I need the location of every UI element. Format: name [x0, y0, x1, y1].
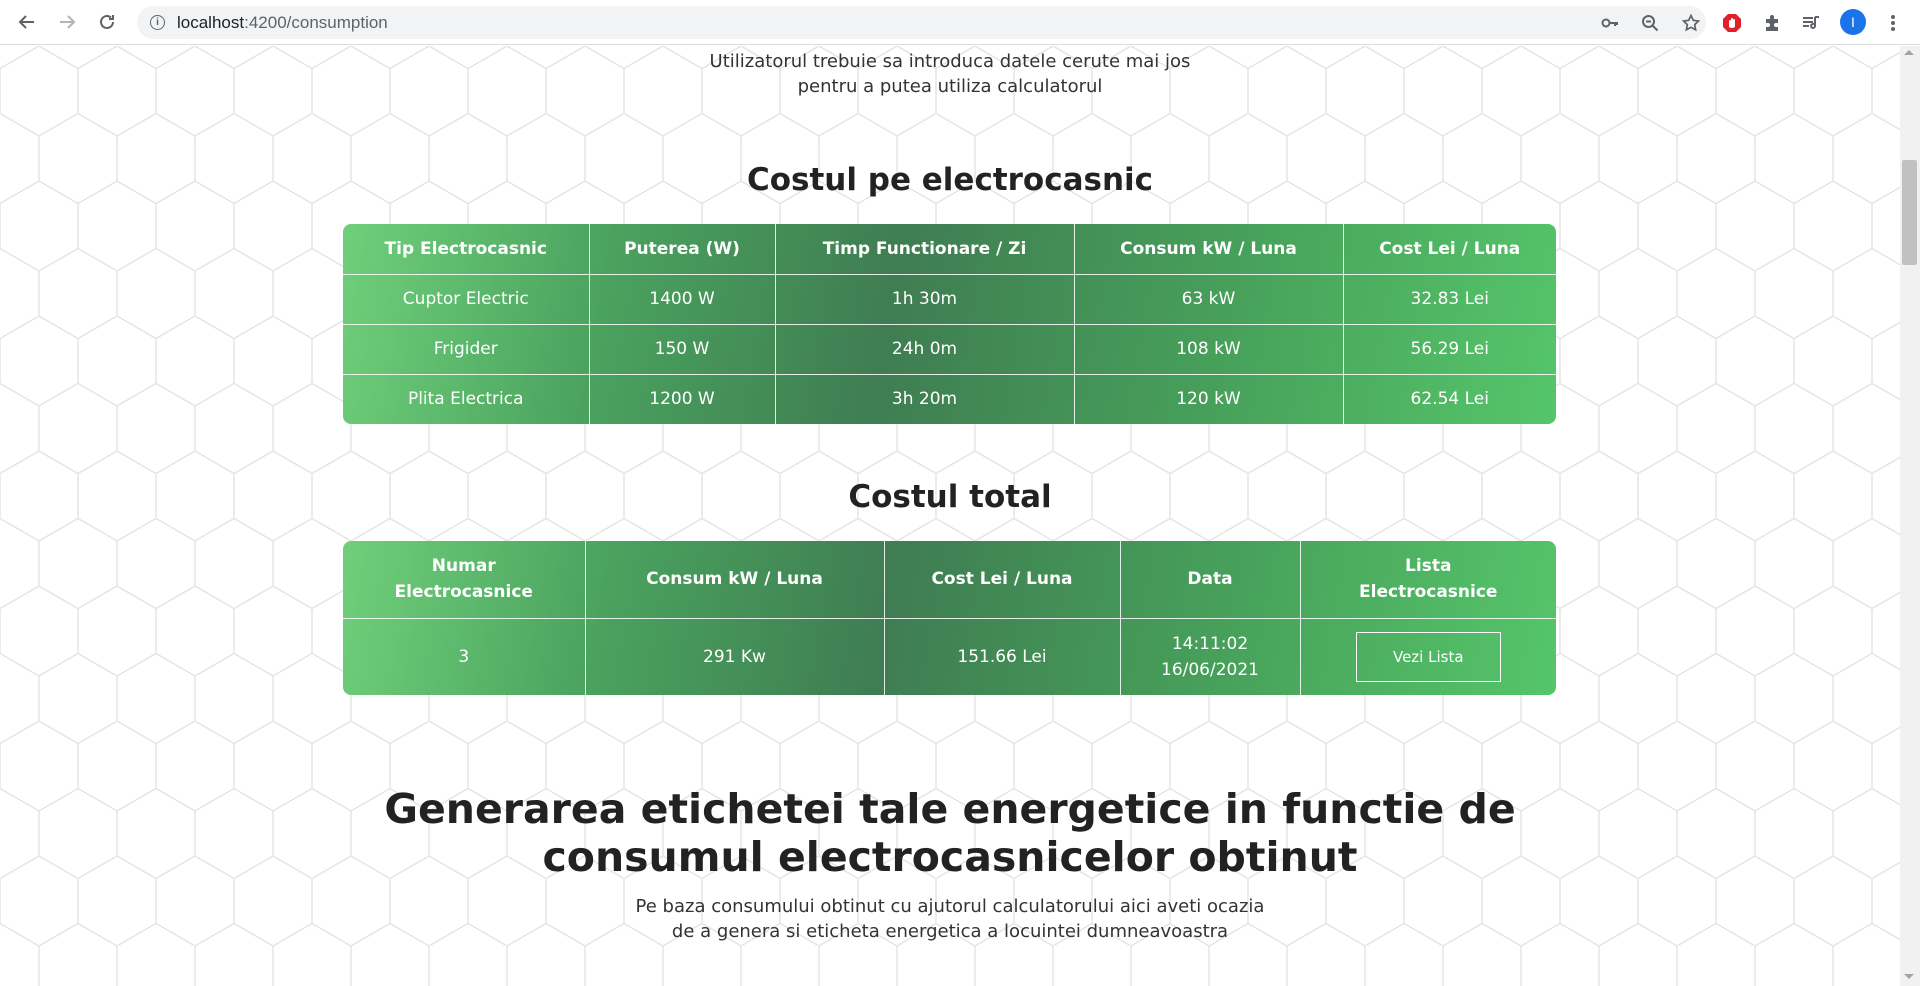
header-date: Data: [1119, 541, 1301, 619]
cell-consumption: 63 kW: [1073, 273, 1344, 325]
extensions-icon[interactable]: [1760, 11, 1784, 35]
cell-date: 14:11:02 16/06/2021: [1119, 617, 1301, 695]
energy-label-subtitle-line-2: de a genera si eticheta energetica a loc…: [671, 921, 1229, 942]
header-appliance-list-line-1: Lista: [1405, 556, 1452, 577]
site-info-icon[interactable]: i: [150, 15, 165, 30]
forward-arrow-icon[interactable]: [53, 8, 81, 36]
cell-operating-time: 1h 30m: [774, 273, 1075, 325]
key-icon[interactable]: [1599, 12, 1621, 34]
appliance-cost-title: Costul pe electrocasnic: [746, 162, 1154, 198]
header-power: Puterea (W): [588, 224, 776, 275]
total-cost-table: Numar Electrocasnice Consum kW / Luna Co…: [343, 541, 1556, 695]
url-host: localhost: [177, 13, 245, 32]
energy-label-title-line-1: Generarea etichetei tale energetice in f…: [384, 785, 1516, 833]
header-appliance-list: Lista Electrocasnice: [1299, 541, 1556, 619]
energy-label-subtitle-line-1: Pe baza consumului obtinut cu ajutorul c…: [635, 896, 1265, 917]
header-cost: Cost Lei / Luna: [1342, 224, 1556, 275]
back-arrow-icon[interactable]: [13, 8, 41, 36]
cell-appliance-list: Vezi Lista: [1299, 617, 1556, 695]
reading-list-icon[interactable]: [1799, 11, 1823, 35]
cell-operating-time: 3h 20m: [774, 373, 1075, 424]
scroll-up-arrow-icon[interactable]: [1904, 50, 1914, 55]
cell-appliance-count: 3: [343, 617, 586, 695]
header-operating-time: Timp Functionare / Zi: [774, 224, 1075, 275]
cell-time-value: 14:11:02: [1171, 633, 1249, 654]
cell-appliance-type: Cuptor Electric: [343, 273, 590, 325]
header-total-cost: Cost Lei / Luna: [883, 541, 1121, 619]
cell-cost: 62.54 Lei: [1342, 373, 1556, 424]
cell-total-consumption: 291 Kw: [584, 617, 885, 695]
header-appliance-list-line-2: Electrocasnice: [1359, 582, 1498, 603]
zoom-out-icon[interactable]: [1639, 12, 1661, 34]
cell-power: 1400 W: [588, 273, 776, 325]
cell-appliance-type: Frigider: [343, 323, 590, 375]
header-appliance-type: Tip Electrocasnic: [343, 224, 590, 275]
cell-total-cost: 151.66 Lei: [883, 617, 1121, 695]
browser-toolbar: i localhost:4200/consumption I: [0, 0, 1920, 45]
header-total-consumption: Consum kW / Luna: [584, 541, 885, 619]
header-appliance-count-line-2: Electrocasnice: [394, 582, 533, 603]
cell-cost: 56.29 Lei: [1342, 323, 1556, 375]
header-appliance-count-line-1: Numar: [431, 556, 496, 577]
adblock-icon[interactable]: [1720, 11, 1744, 35]
energy-label-subtitle: Pe baza consumului obtinut cu ajutorul c…: [560, 894, 1340, 944]
reload-icon[interactable]: [93, 8, 121, 36]
cell-power: 1200 W: [588, 373, 776, 424]
cell-operating-time: 24h 0m: [774, 323, 1075, 375]
menu-dots-icon[interactable]: [1881, 11, 1905, 35]
intro-line-1: Utilizatorul trebuie sa introduca datele…: [709, 51, 1191, 72]
url-path: :4200/consumption: [244, 13, 388, 32]
cell-consumption: 120 kW: [1073, 373, 1344, 424]
table-row: Plita Electrica 1200 W 3h 20m 120 kW 62.…: [343, 373, 1556, 424]
star-icon[interactable]: [1680, 12, 1702, 34]
total-cost-title: Costul total: [848, 479, 1052, 515]
cell-date-value: 16/06/2021: [1161, 659, 1259, 680]
header-consumption: Consum kW / Luna: [1073, 224, 1344, 275]
url-text[interactable]: localhost:4200/consumption: [177, 13, 388, 33]
table-header-row: Numar Electrocasnice Consum kW / Luna Co…: [343, 541, 1556, 619]
view-list-button[interactable]: Vezi Lista: [1355, 631, 1501, 682]
header-appliance-count: Numar Electrocasnice: [343, 541, 586, 619]
page-content: Utilizatorul trebuie sa introduca datele…: [0, 46, 1900, 986]
address-bar[interactable]: i localhost:4200/consumption: [137, 6, 1706, 39]
scroll-down-arrow-icon[interactable]: [1904, 974, 1914, 979]
table-row: 3 291 Kw 151.66 Lei 14:11:02 16/06/2021 …: [343, 617, 1556, 695]
table-row: Cuptor Electric 1400 W 1h 30m 63 kW 32.8…: [343, 273, 1556, 325]
cell-power: 150 W: [588, 323, 776, 375]
scrollbar-thumb[interactable]: [1902, 160, 1917, 265]
table-header-row: Tip Electrocasnic Puterea (W) Timp Funct…: [343, 224, 1556, 275]
cell-appliance-type: Plita Electrica: [343, 373, 590, 424]
intro-line-2: pentru a putea utiliza calculatorul: [797, 76, 1103, 97]
energy-label-title-line-2: consumul electrocasnicelor obtinut: [542, 833, 1358, 881]
appliance-cost-table: Tip Electrocasnic Puterea (W) Timp Funct…: [343, 224, 1556, 424]
table-row: Frigider 150 W 24h 0m 108 kW 56.29 Lei: [343, 323, 1556, 375]
energy-label-title: Generarea etichetei tale energetice in f…: [360, 785, 1540, 881]
avatar[interactable]: I: [1840, 9, 1866, 35]
cell-consumption: 108 kW: [1073, 323, 1344, 375]
cell-cost: 32.83 Lei: [1342, 273, 1556, 325]
intro-text: Utilizatorul trebuie sa introduca datele…: [560, 49, 1340, 99]
